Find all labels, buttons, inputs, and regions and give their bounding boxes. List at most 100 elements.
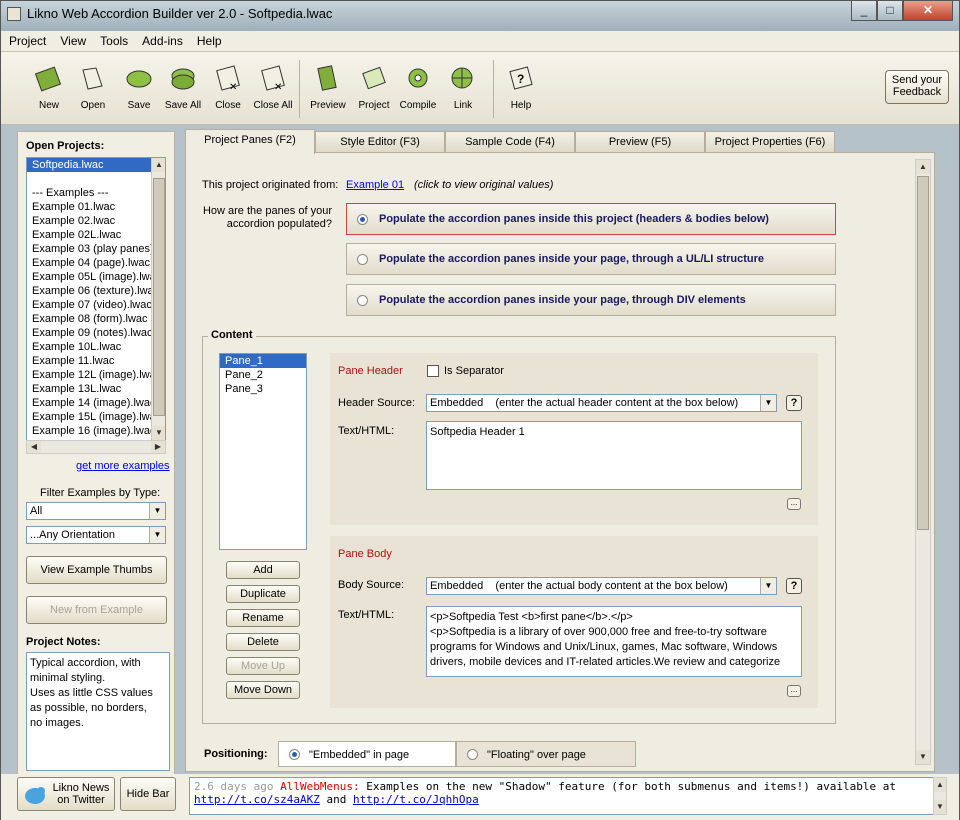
scroll-down-icon[interactable]: ▼	[152, 426, 165, 440]
project-list-item[interactable]: Example 10L.lwac	[27, 340, 165, 354]
close-project-button[interactable]: ✕ Close	[204, 62, 252, 111]
pane-list[interactable]: Pane_1 Pane_2 Pane_3	[219, 353, 307, 550]
new-button[interactable]: New	[25, 62, 73, 111]
open-button[interactable]: Open	[69, 62, 117, 111]
panel-scrollbar[interactable]: ▲ ▼	[915, 159, 931, 765]
header-text-area[interactable]: Softpedia Header 1	[426, 421, 802, 490]
news-text: Examples on the new "Shadow" feature (fo…	[366, 780, 897, 793]
close-all-button[interactable]: ✕ Close All	[249, 62, 297, 111]
twitter-news-button[interactable]: Likno News on Twitter	[17, 777, 115, 811]
rename-pane-button[interactable]: Rename	[226, 609, 300, 627]
project-list-item[interactable]: Example 03 (play panes)	[27, 242, 165, 256]
tab-preview[interactable]: Preview (F5)	[575, 131, 705, 153]
help-button[interactable]: ? Help	[497, 62, 545, 111]
scroll-up-icon[interactable]: ▲	[916, 160, 930, 174]
option-populate-div[interactable]: Populate the accordion panes inside your…	[346, 284, 836, 316]
pane-list-item[interactable]: Pane_2	[220, 368, 306, 382]
project-list-item[interactable]: Example 07 (video).lwac	[27, 298, 165, 312]
project-list-item[interactable]: Example 02.lwac	[27, 214, 165, 228]
option-populate-project[interactable]: Populate the accordion panes inside this…	[346, 203, 836, 235]
maximize-button[interactable]: □	[877, 1, 903, 21]
project-button[interactable]: Project	[350, 62, 398, 111]
hide-bar-button[interactable]: Hide Bar	[120, 777, 176, 811]
project-list-item[interactable]: Example 08 (form).lwac	[27, 312, 165, 326]
help-icon[interactable]: ?	[786, 578, 802, 594]
project-list-item[interactable]: Example 15L (image).lwa	[27, 410, 165, 424]
tab-sample-code[interactable]: Sample Code (F4)	[445, 131, 575, 153]
scroll-up-icon[interactable]: ▲	[934, 778, 946, 792]
scroll-thumb[interactable]	[153, 178, 165, 416]
ellipsis-icon[interactable]: ...	[787, 498, 801, 510]
panel-scroll-thumb[interactable]	[917, 176, 929, 530]
save-all-button[interactable]: Save All	[159, 62, 207, 111]
origin-example-link[interactable]: Example 01	[346, 179, 404, 191]
project-list-item[interactable]: --- Examples ---	[27, 186, 165, 200]
pos-floating-option[interactable]: "Floating" over page	[456, 741, 636, 767]
projects-hscrollbar[interactable]: ◀ ▶	[26, 440, 166, 454]
tab-style-editor[interactable]: Style Editor (F3)	[315, 131, 445, 153]
ellipsis-icon[interactable]: ...	[787, 685, 801, 697]
duplicate-pane-button[interactable]: Duplicate	[226, 585, 300, 603]
project-list-item[interactable]: Example 11.lwac	[27, 354, 165, 368]
body-text-area[interactable]: <p>Softpedia Test <b>first pane</b>.</p>…	[426, 606, 802, 677]
project-list-item[interactable]: Example 16 (image).lwac	[27, 424, 165, 438]
scroll-down-icon[interactable]: ▼	[916, 750, 930, 764]
move-up-button[interactable]: Move Up	[226, 657, 300, 675]
project-list-item[interactable]: Example 14 (image).lwac	[27, 396, 165, 410]
close-button[interactable]: ✕	[903, 1, 953, 21]
move-down-button[interactable]: Move Down	[226, 681, 300, 699]
project-list-item[interactable]: Example 04 (page).lwac	[27, 256, 165, 270]
menu-view[interactable]: View	[52, 31, 92, 48]
project-list-item[interactable]: Example 12L (image).lwa	[27, 368, 165, 382]
compile-button[interactable]: Compile	[394, 62, 442, 111]
send-feedback-button[interactable]: Send your Feedback	[885, 70, 949, 104]
pane-list-item[interactable]: Pane_1	[220, 354, 306, 368]
menu-help[interactable]: Help	[189, 31, 228, 48]
body-source-select[interactable]: Embedded (enter the actual body content …	[426, 577, 777, 595]
project-list-item[interactable]: Example 02L.lwac	[27, 228, 165, 242]
menu-tools[interactable]: Tools	[92, 31, 134, 48]
option-populate-ulli[interactable]: Populate the accordion panes inside your…	[346, 243, 836, 275]
pane-list-item[interactable]: Pane_3	[220, 382, 306, 396]
is-separator-checkbox[interactable]	[427, 365, 439, 377]
filter-orientation-select[interactable]: ...Any Orientation ▼	[26, 526, 166, 544]
filter-type-select[interactable]: All ▼	[26, 502, 166, 520]
view-example-thumbs-button[interactable]: View Example Thumbs	[26, 556, 167, 584]
open-projects-list[interactable]: Softpedia.lwac --- Examples --- Example 01…	[26, 157, 166, 441]
scroll-right-icon[interactable]: ▶	[151, 441, 165, 453]
news-link-2[interactable]: http://t.co/JqhhOpa	[353, 793, 479, 806]
add-pane-button[interactable]: Add	[226, 561, 300, 579]
link-button[interactable]: Link	[439, 62, 487, 111]
scroll-left-icon[interactable]: ◀	[27, 441, 41, 453]
scroll-down-icon[interactable]: ▼	[934, 800, 946, 814]
project-list-item[interactable]: Example 13L.lwac	[27, 382, 165, 396]
projects-scrollbar[interactable]: ▲ ▼	[151, 158, 165, 440]
project-list-item[interactable]: Example 06 (texture).lwa	[27, 284, 165, 298]
delete-pane-button[interactable]: Delete	[226, 633, 300, 651]
news-scrollbar[interactable]: ▲ ▼	[933, 777, 947, 815]
tab-project-properties[interactable]: Project Properties (F6)	[705, 131, 835, 153]
news-link-1[interactable]: http://t.co/sz4aAKZ	[194, 793, 320, 806]
project-list-item[interactable]: Example 05L (image).lwa	[27, 270, 165, 284]
radio-icon	[357, 254, 368, 265]
project-list-item[interactable]: Example 01.lwac	[27, 200, 165, 214]
project-list-item[interactable]: Example 09 (notes).lwac	[27, 326, 165, 340]
tab-project-panes[interactable]: Project Panes (F2)	[185, 129, 315, 154]
project-list-item[interactable]	[27, 172, 165, 186]
preview-button[interactable]: Preview	[304, 62, 352, 111]
project-notes-textarea[interactable]: Typical accordion, with minimal styling.…	[26, 652, 170, 771]
help-icon[interactable]: ?	[786, 395, 802, 411]
new-from-example-button[interactable]: New from Example	[26, 596, 167, 624]
save-button[interactable]: Save	[115, 62, 163, 111]
header-source-select[interactable]: Embedded (enter the actual header conten…	[426, 394, 777, 412]
pos-embedded-option[interactable]: "Embedded" in page	[278, 741, 456, 767]
scroll-up-icon[interactable]: ▲	[152, 158, 165, 172]
content-label: Content	[208, 329, 256, 341]
get-more-examples-link[interactable]: get more examples	[76, 460, 170, 472]
menu-addins[interactable]: Add-ins	[134, 31, 189, 48]
menu-project[interactable]: Project	[1, 31, 52, 48]
project-list-item[interactable]: Softpedia.lwac	[27, 158, 165, 172]
news-source[interactable]: AllWebMenus:	[280, 780, 359, 793]
minimize-button[interactable]: _	[851, 1, 877, 21]
save-all-icon	[168, 64, 198, 92]
